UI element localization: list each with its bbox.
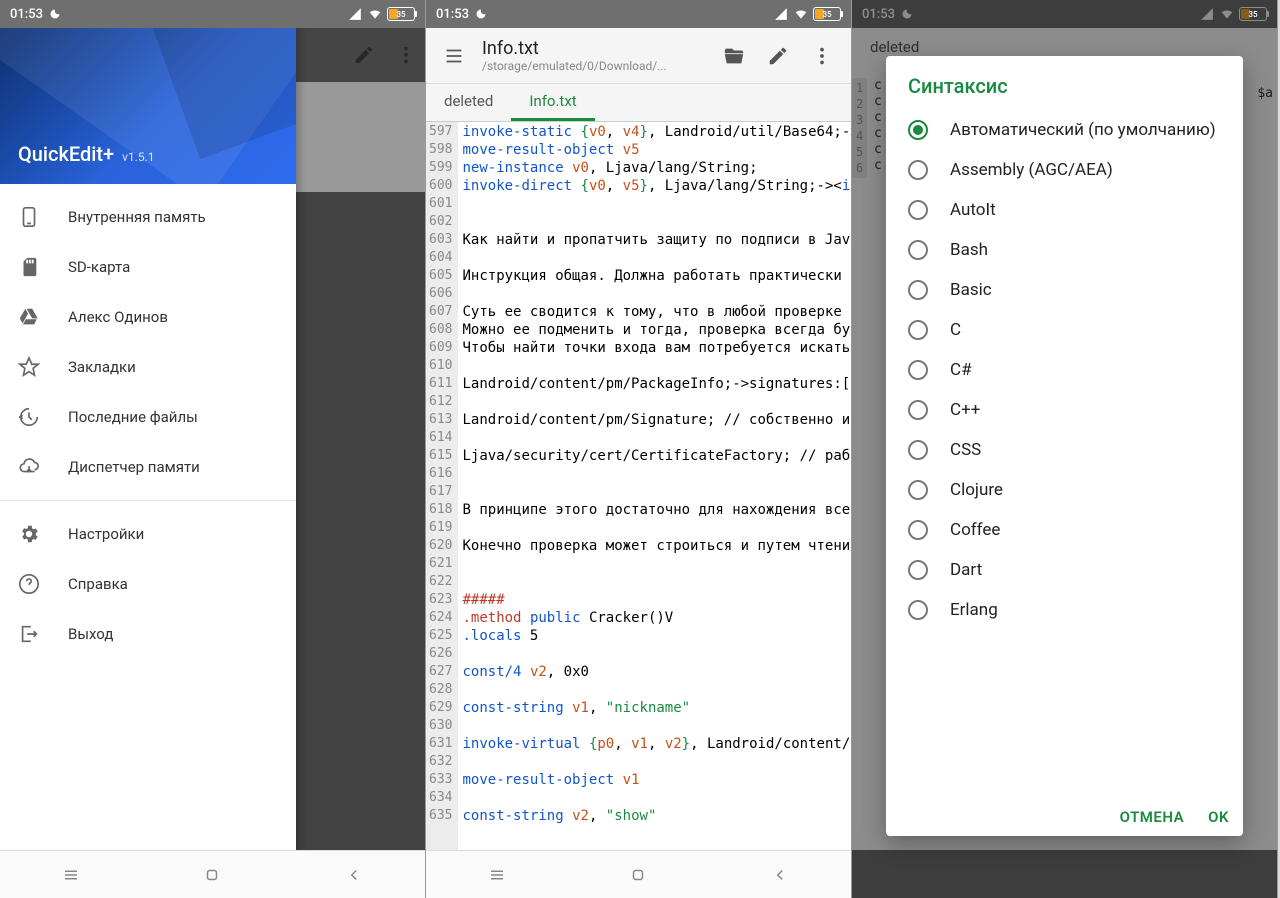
recents-button[interactable] <box>488 866 506 884</box>
drawer-item-drive[interactable]: Алекс Одинов <box>0 292 296 342</box>
drawer-item-label: Закладки <box>68 358 136 376</box>
syntax-option[interactable]: Автоматический (по умолчанию) <box>886 110 1243 150</box>
syntax-option[interactable]: AutoIt <box>886 190 1243 230</box>
drawer-item-phone[interactable]: Внутренняя память <box>0 192 296 242</box>
battery-icon: 35 <box>387 7 415 21</box>
signal-icon <box>347 7 363 21</box>
drawer-item-help[interactable]: Справка <box>0 559 296 609</box>
option-label: Dart <box>950 560 982 580</box>
status-bar: 01:53 35 <box>0 0 425 28</box>
edit-button[interactable] <box>757 35 799 77</box>
syntax-dialog: Синтаксис Автоматический (по умолчанию) A… <box>886 56 1243 836</box>
syntax-option[interactable]: Dart <box>886 550 1243 590</box>
syntax-option[interactable]: Basic <box>886 270 1243 310</box>
dialog-title: Синтаксис <box>886 56 1243 106</box>
home-button[interactable] <box>629 866 647 884</box>
drawer-header: QuickEdit+ v1.5.1 <box>0 28 296 184</box>
radio-icon <box>908 360 928 380</box>
back-button[interactable] <box>345 866 363 884</box>
line-gutter: 5975985996006016026036046056066076086096… <box>426 122 458 850</box>
radio-icon <box>908 440 928 460</box>
radio-icon <box>908 560 928 580</box>
app-version: v1.5.1 <box>122 150 154 164</box>
option-label: Coffee <box>950 520 1000 540</box>
cancel-button[interactable]: ОТМЕНА <box>1120 808 1185 826</box>
drawer-item-exit[interactable]: Выход <box>0 609 296 659</box>
syntax-option[interactable]: C# <box>886 350 1243 390</box>
syntax-option[interactable]: Erlang <box>886 590 1243 630</box>
option-label: Assembly (AGC/AEA) <box>950 160 1113 180</box>
option-label: AutoIt <box>950 200 996 220</box>
option-label: Basic <box>950 280 992 300</box>
syntax-option[interactable]: Clojure <box>886 470 1243 510</box>
tab-bar: deletedInfo.txt <box>426 84 851 122</box>
option-label: Автоматический (по умолчанию) <box>950 120 1216 140</box>
ok-button[interactable]: OK <box>1208 808 1229 826</box>
option-label: Bash <box>950 240 988 260</box>
radio-icon <box>908 520 928 540</box>
radio-icon <box>908 480 928 500</box>
wifi-icon <box>367 7 383 21</box>
radio-icon <box>908 280 928 300</box>
file-title: Info.txt <box>482 38 713 59</box>
option-label: C <box>950 320 961 340</box>
editor-toolbar: Info.txt /storage/emulated/0/Download/..… <box>426 28 851 84</box>
drawer-item-label: Внутренняя память <box>68 208 206 226</box>
syntax-option[interactable]: Bash <box>886 230 1243 270</box>
drawer-item-label: Диспетчер памяти <box>68 458 200 476</box>
app-title: QuickEdit+ <box>18 142 114 166</box>
radio-icon <box>908 160 928 180</box>
overflow-button[interactable] <box>801 35 843 77</box>
drawer-item-label: Выход <box>68 625 113 643</box>
file-path: /storage/emulated/0/Download/... <box>482 59 713 73</box>
code-content[interactable]: invoke-static {v0, v4}, Landroid/util/Ba… <box>458 122 851 850</box>
option-label: C++ <box>950 400 980 420</box>
radio-icon <box>908 600 928 620</box>
syntax-option[interactable]: C++ <box>886 390 1243 430</box>
drawer-item-label: Последние файлы <box>68 408 198 426</box>
menu-button[interactable] <box>430 45 478 67</box>
radio-icon <box>908 320 928 340</box>
drawer-item-gear[interactable]: Настройки <box>0 509 296 559</box>
drawer-item-sd[interactable]: SD-карта <box>0 242 296 292</box>
moon-icon <box>49 8 61 20</box>
status-bar: 01:53 35 <box>426 0 851 28</box>
option-label: CSS <box>950 440 981 460</box>
syntax-option[interactable]: Coffee <box>886 510 1243 550</box>
drawer-item-cloud[interactable]: Диспетчер памяти <box>0 442 296 492</box>
radio-icon <box>908 200 928 220</box>
recents-button[interactable] <box>62 866 80 884</box>
radio-icon <box>908 400 928 420</box>
syntax-option[interactable]: C <box>886 310 1243 350</box>
navigation-drawer: 01:53 QuickEdit+v1.5.1 Внутренняя память… <box>0 0 296 898</box>
drawer-item-label: Алекс Одинов <box>68 308 168 326</box>
option-label: Erlang <box>950 600 998 620</box>
tab-Info.txt[interactable]: Info.txt <box>511 84 594 121</box>
radio-icon <box>908 120 928 140</box>
drawer-item-label: SD-карта <box>68 258 130 276</box>
drawer-item-star[interactable]: Закладки <box>0 342 296 392</box>
option-label: Clojure <box>950 480 1003 500</box>
tab-deleted[interactable]: deleted <box>426 84 511 121</box>
drawer-item-history[interactable]: Последние файлы <box>0 392 296 442</box>
option-label: C# <box>950 360 972 380</box>
home-button[interactable] <box>203 866 221 884</box>
android-nav-bar <box>426 850 851 898</box>
back-button[interactable] <box>771 866 789 884</box>
android-nav-bar <box>0 850 425 898</box>
code-editor[interactable]: 5975985996006016026036046056066076086096… <box>426 122 851 850</box>
open-folder-button[interactable] <box>713 35 755 77</box>
radio-icon <box>908 240 928 260</box>
syntax-option[interactable]: Assembly (AGC/AEA) <box>886 150 1243 190</box>
syntax-option[interactable]: CSS <box>886 430 1243 470</box>
syntax-options-list: Автоматический (по умолчанию) Assembly (A… <box>886 106 1243 798</box>
drawer-item-label: Настройки <box>68 525 144 543</box>
drawer-item-label: Справка <box>68 575 128 593</box>
drawer-list: Внутренняя память SD-карта Алекс Одинов Зак… <box>0 184 296 898</box>
